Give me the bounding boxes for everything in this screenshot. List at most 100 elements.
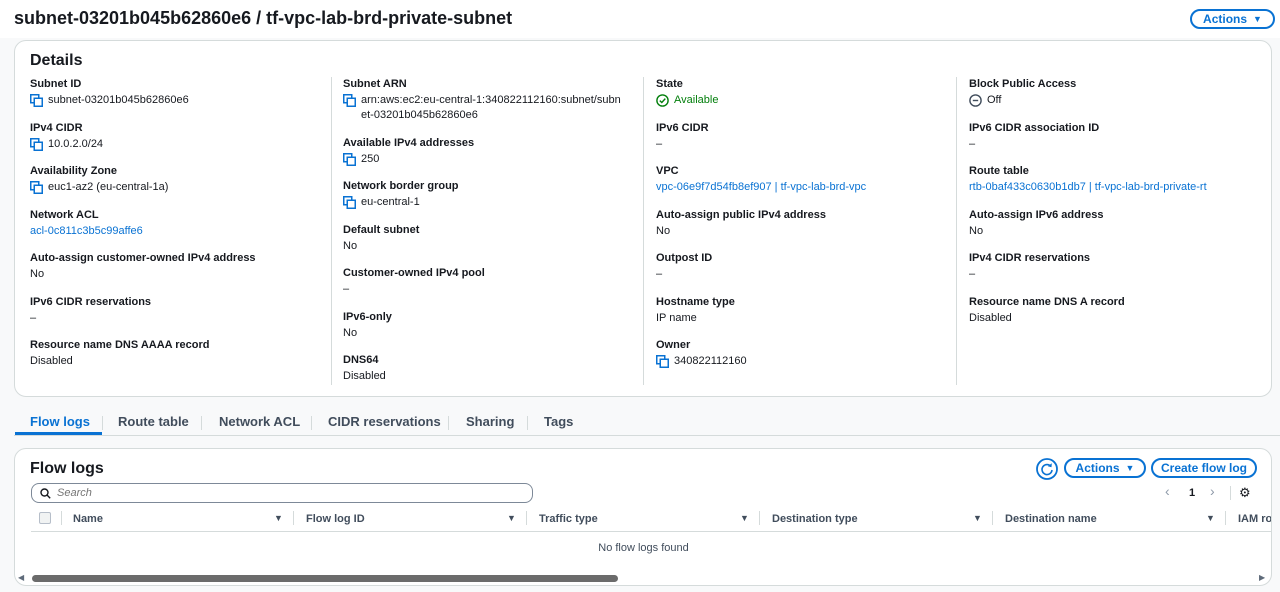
field-link[interactable]: acl-0c811c3b5c99affe6 [30,224,143,239]
field-label: DNS64 [343,354,379,366]
field-resource-name-dns-aaaa-record: Resource name DNS AAAA record Disabled [30,338,318,369]
field-text: – [656,137,663,150]
copy-icon[interactable] [30,94,43,107]
field-link[interactable]: vpc-06e9f7d54fb8ef907 | tf-vpc-lab-brd-v… [656,180,866,195]
next-page-icon[interactable]: › [1210,483,1215,499]
tab-cidr-reservations[interactable]: CIDR reservations [328,414,441,429]
field-text: Disabled [30,355,73,367]
column-header-iam-role[interactable]: IAM ro [1238,513,1271,525]
copy-icon[interactable] [656,355,669,368]
field-subnet-arn: Subnet ARN arn:aws:ec2:eu-central-1:34082… [343,77,623,123]
field-text: 10.0.2.0/24 [48,137,104,150]
field-auto-assign-public-ipv4-address: Auto-assign public IPv4 address No [656,208,944,239]
search-input[interactable] [57,487,497,499]
tab-network-acl[interactable]: Network ACL [219,414,300,429]
field-text: No [656,224,671,237]
field-label: Auto-assign customer-owned IPv4 address [30,252,256,264]
sort-icon[interactable]: ▼ [973,513,982,523]
page-number[interactable]: 1 [1189,487,1195,499]
field-value: 250 [343,152,623,167]
field-text: IP name [656,311,697,324]
actions-button-label: Actions [1203,12,1248,26]
copy-icon[interactable] [30,181,43,194]
sort-icon[interactable]: ▼ [507,513,516,523]
field-value: IP name [656,311,944,326]
flow-logs-actions-label: Actions [1075,461,1120,475]
scroll-left-icon[interactable]: ◀ [18,573,24,582]
horizontal-scrollbar[interactable] [32,575,618,582]
field-link[interactable]: rtb-0baf433c0630b1db7 | tf-vpc-lab-brd-p… [969,180,1207,195]
copy-icon[interactable] [343,94,356,107]
field-label: IPv4 CIDR [30,121,83,134]
field-route-table: Route table rtb-0baf433c0630b1db7 | tf-vp… [969,164,1257,195]
tab-bar: Flow logs Route table Network ACL CIDR r… [14,408,1280,436]
search-field[interactable] [31,483,533,503]
settings-gear-icon[interactable]: ⚙ [1239,485,1251,501]
field-label: Hostname type [656,295,735,308]
sort-icon[interactable]: ▼ [274,513,283,523]
copy-icon[interactable] [343,196,356,209]
scroll-right-icon[interactable]: ▶ [1259,573,1265,582]
empty-state-text: No flow logs found [598,542,689,554]
field-text: Disabled [343,370,386,382]
copy-icon[interactable] [343,152,356,166]
flow-logs-panel: Flow logs Actions ▼ Create flow log ‹ 1 … [14,448,1272,586]
field-auto-assign-ipv6-address: Auto-assign IPv6 address No [969,208,1257,239]
tab-flow-logs[interactable]: Flow logs [30,414,90,429]
field-label: Resource name DNS AAAA record [30,339,210,351]
field-label: Available IPv4 addresses [343,136,475,149]
field-label: Default subnet [343,223,420,236]
field-ipv6-cidr-reservations: IPv6 CIDR reservations – [30,295,318,326]
select-all-checkbox[interactable] [39,512,51,524]
active-tab-indicator [15,432,102,435]
field-text: 250 [361,152,380,165]
status-off-icon [969,94,982,107]
field-value: 340822112160 [656,354,944,369]
field-label: IPv6 CIDR association ID [969,121,1100,134]
field-label: Block Public Access [969,78,1077,90]
column-divider [956,77,957,385]
field-label: Customer-owned IPv4 pool [343,267,485,279]
field-value: Disabled [30,354,318,369]
field-customer-owned-ipv4-pool: Customer-owned IPv4 pool – [343,266,623,297]
tab-separator [201,416,202,430]
create-flow-log-button[interactable]: Create flow log [1151,458,1257,478]
field-value[interactable]: acl-0c811c3b5c99affe6 [30,224,318,239]
sort-icon[interactable]: ▼ [740,513,749,523]
refresh-button[interactable] [1036,458,1058,480]
flow-logs-actions-button[interactable]: Actions ▼ [1064,458,1146,478]
field-text: subnet-03201b045b62860e6 [48,94,189,106]
field-text: No [969,224,984,237]
column-header-flow-log-id[interactable]: Flow log ID [306,513,365,525]
field-value: No [343,239,623,254]
field-value[interactable]: vpc-06e9f7d54fb8ef907 | tf-vpc-lab-brd-v… [656,180,944,195]
field-label: IPv6 CIDR reservations [30,295,152,308]
column-divider [643,77,644,385]
field-value: – [656,267,944,282]
actions-button[interactable]: Actions ▼ [1190,9,1275,29]
tab-sharing[interactable]: Sharing [466,414,514,429]
field-value[interactable]: rtb-0baf433c0630b1db7 | tf-vpc-lab-brd-p… [969,180,1257,195]
tab-tags[interactable]: Tags [544,414,573,429]
copy-icon[interactable] [30,137,43,151]
details-title: Details [30,52,83,69]
tab-route-table[interactable]: Route table [118,414,189,429]
field-text: – [656,268,663,280]
column-header-destination-name[interactable]: Destination name [1005,513,1097,525]
column-separator [293,511,294,525]
previous-page-icon[interactable]: ‹ [1165,483,1170,499]
column-header-traffic-type[interactable]: Traffic type [539,513,598,525]
field-label: Auto-assign public IPv4 address [656,208,826,221]
field-value: 10.0.2.0/24 [30,137,318,152]
field-label: IPv6 CIDR [656,121,709,134]
field-value: – [969,267,1257,282]
sort-icon[interactable]: ▼ [1206,513,1215,523]
field-text: No [343,239,358,252]
field-network-acl: Network ACL acl-0c811c3b5c99affe6 [30,208,318,239]
field-dns64: DNS64 Disabled [343,353,623,384]
field-availability-zone: Availability Zone euc1-az2 (eu-central-1a… [30,164,318,195]
field-text: Disabled [969,311,1012,324]
column-header-destination-type[interactable]: Destination type [772,513,858,525]
column-header-name[interactable]: Name [73,513,103,525]
field-label: Availability Zone [30,165,118,177]
